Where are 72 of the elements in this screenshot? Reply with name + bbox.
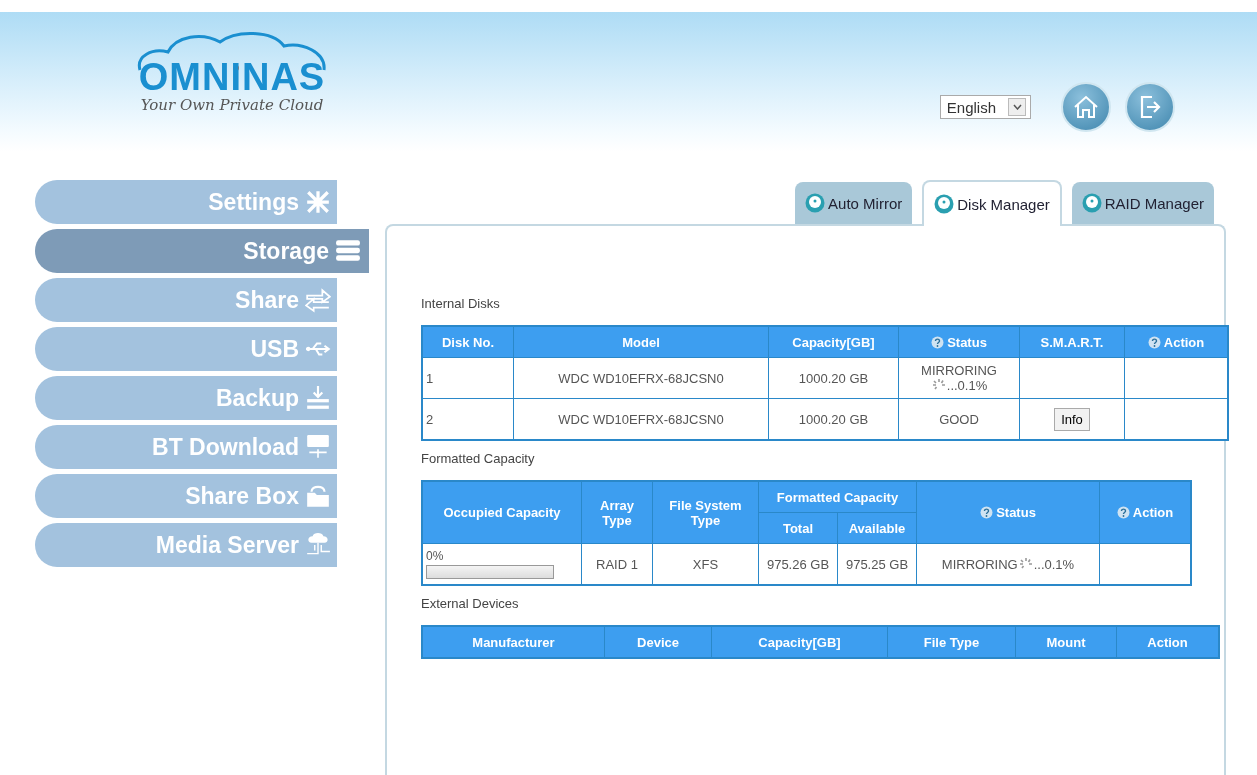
status-text: MIRRORING [921,363,997,378]
column-header: Action [1124,326,1228,358]
sidebar-item[interactable]: Storage [35,229,369,273]
sidebar-item[interactable]: Share Box [35,474,337,518]
section-title: Formatted Capacity [421,451,536,466]
table-cell: XFS [652,543,759,585]
tab[interactable]: RAID Manager [1071,182,1214,224]
column-header: Formatted Capacity [758,481,917,513]
sidebar-item[interactable]: Share [35,278,337,322]
help-icon [980,506,994,519]
section-title: External Devices [421,596,520,611]
bt-box-icon [305,434,331,460]
table-cell: 2 [422,398,514,440]
logout-button[interactable] [1125,82,1175,132]
status-text: MIRRORING [941,556,1018,572]
swap-arrows-icon [305,287,331,313]
sidebar-item[interactable]: Media Server [35,523,337,567]
column-header: Available [837,512,917,544]
table-cell: 975.26 GB [758,543,838,585]
table-cell: WDC WD10EFRX-68JCSN0 [513,398,769,440]
percent-text: 0% [426,549,445,563]
column-header: Manufacturer [422,626,605,658]
column-header: File System Type [652,481,759,544]
column-header: S.M.A.R.T. [1019,326,1125,358]
tools-icon [305,189,331,215]
tab[interactable]: Disk Manager [922,180,1062,226]
column-header: Model [513,326,769,358]
column-header: Total [758,512,838,544]
help-icon [1116,506,1130,519]
spinner-icon [1017,556,1034,571]
info-button[interactable]: Info [1054,407,1090,431]
column-header: Device [604,626,712,658]
sidebar-item[interactable]: Backup [35,376,337,420]
column-header: Status [916,481,1100,544]
section-title: Internal Disks [421,296,501,311]
sidebar-item[interactable]: Settings [35,180,337,224]
logo-tagline: Your Own Private Cloud [140,96,324,114]
table-cell: 975.25 GB [837,543,917,585]
table-cell: 1000.20 GB [768,357,899,399]
column-header: Mount [1015,626,1117,658]
table-cell: 1 [422,357,514,399]
column-header: Disk No. [422,326,514,358]
disk-icon [934,194,955,214]
progress-text: ...0.1% [1033,556,1075,572]
language-dropdown[interactable]: English [939,95,1031,119]
chevron-down-icon [1012,104,1022,110]
column-header: Occupied Capacity [422,481,582,544]
folder-icon [305,483,331,509]
progress-text: ...0.1% [946,378,988,393]
sidebar-item[interactable]: BT Download [35,425,337,469]
home-button[interactable] [1061,82,1111,132]
disk-icon [805,193,826,213]
spinner-icon [930,378,947,392]
table-cell: WDC WD10EFRX-68JCSN0 [513,357,769,399]
logo-wordmark: OMNINAS [138,58,326,96]
column-header: Array Type [581,481,653,544]
column-header: File Type [887,626,1016,658]
logout-icon [1138,94,1162,120]
column-header: Status [898,326,1020,358]
table-cell: RAID 1 [581,543,653,585]
disk-icon [1081,193,1102,213]
column-header: Capacity[GB] [768,326,899,358]
table-cell: 1000.20 GB [768,398,899,440]
column-header: Capacity[GB] [711,626,888,658]
sidebar-item[interactable]: USB [35,327,337,371]
status-text: GOOD [939,411,979,427]
column-header: Action [1099,481,1191,544]
stack-icon [335,238,361,264]
tab[interactable]: Auto Mirror [795,182,913,224]
home-icon [1073,95,1099,119]
column-header: Action [1116,626,1219,658]
download-tray-icon [305,385,331,411]
